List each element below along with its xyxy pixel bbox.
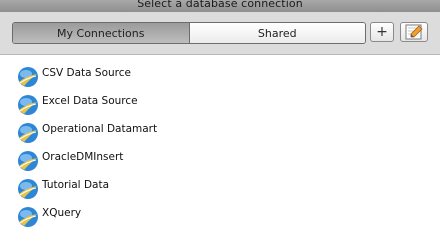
title-bar: Select a database connection [0,0,440,12]
list-item[interactable]: Excel Data Source [16,93,416,117]
connection-label: Operational Datamart [42,123,158,135]
database-connection-icon [18,207,38,227]
edit-icon [405,24,423,40]
list-item[interactable]: OracleDMInsert [16,149,416,173]
connection-label: CSV Data Source [42,67,131,79]
connection-label: Excel Data Source [42,95,138,107]
database-connection-icon [18,95,38,115]
tab-my-connections[interactable]: My Connections [13,23,190,43]
database-connection-icon [18,123,38,143]
tab-shared[interactable]: Shared [189,23,365,43]
connection-panel: My Connections Shared + CSV Data Source [0,12,440,243]
database-connection-icon [18,179,38,199]
connection-label: OracleDMInsert [42,151,124,163]
edit-connection-button[interactable] [400,22,428,42]
connection-label: XQuery [42,207,82,219]
list-item[interactable]: Operational Datamart [16,121,416,145]
list-item[interactable]: CSV Data Source [16,65,416,89]
database-connection-icon [18,151,38,171]
database-connection-icon [18,67,38,87]
list-item[interactable]: XQuery [16,205,416,229]
connection-label: Tutorial Data [42,179,110,191]
connection-list: CSV Data Source Excel Data Source Operat… [0,54,440,243]
tab-bar: My Connections Shared [12,22,366,44]
add-connection-button[interactable]: + [370,22,394,42]
list-item[interactable]: Tutorial Data [16,177,416,201]
window-title: Select a database connection [137,0,303,10]
